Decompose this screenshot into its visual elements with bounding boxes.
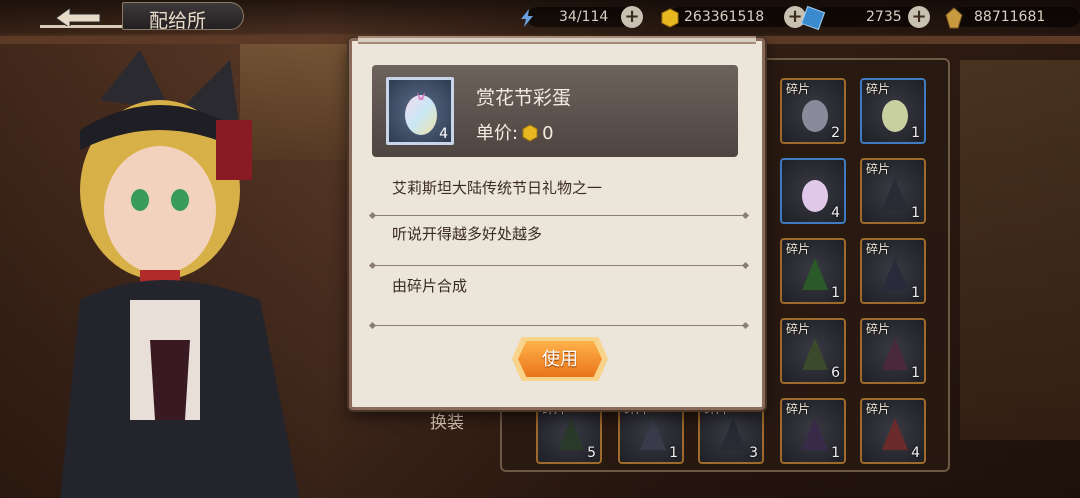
gold-value: 263361518	[684, 9, 765, 25]
price-label: 单价:	[476, 123, 519, 144]
outfit-fragment-icon	[720, 418, 746, 450]
outfit-fragment-icon	[882, 338, 908, 370]
easter-egg-icon	[405, 92, 437, 135]
character-portrait	[60, 50, 300, 498]
lightning-icon	[521, 9, 533, 27]
slot-count: 3	[749, 445, 758, 461]
slot-count: 1	[911, 365, 920, 381]
back-button[interactable]	[40, 4, 124, 28]
inventory-slot[interactable]: 碎片 1	[780, 398, 846, 464]
resource-points: 88711681	[942, 4, 1080, 30]
gold-coin-icon	[522, 124, 538, 142]
slot-count: 4	[831, 205, 840, 221]
inventory-slot[interactable]: 碎片 6	[780, 318, 846, 384]
inventory-slot[interactable]: 碎片 1	[860, 78, 926, 144]
slot-count: 1	[911, 205, 920, 221]
slot-count: 1	[911, 285, 920, 301]
outfit-fragment-icon	[802, 258, 828, 290]
inventory-slot[interactable]: 碎片 2	[780, 78, 846, 144]
divider	[372, 325, 746, 326]
points-value: 88711681	[974, 9, 1046, 25]
slot-count: 1	[831, 285, 840, 301]
outfit-fragment-icon	[882, 258, 908, 290]
inventory-slot[interactable]: 碎片 4	[860, 398, 926, 464]
slot-count: 1	[911, 125, 920, 141]
resource-stamina: 34/114 +	[515, 4, 645, 30]
item-icon-box: 4	[386, 77, 454, 145]
outfit-fragment-icon	[558, 418, 584, 450]
inventory-slot[interactable]: 碎片 1	[860, 238, 926, 304]
outfit-fragment-icon	[882, 178, 908, 210]
price-row: 单价: 0	[476, 119, 554, 145]
easter-egg-icon	[802, 180, 828, 212]
blue-crystal-icon	[800, 5, 826, 31]
inventory-slot[interactable]: 碎片 1	[860, 318, 926, 384]
item-name: 赏花节彩蛋	[476, 87, 572, 109]
description-line: 听说开得越多好处越多	[392, 225, 543, 243]
inventory-slot-selected[interactable]: 4	[780, 158, 846, 224]
item-header: 4 赏花节彩蛋 单价: 0	[372, 65, 738, 157]
inventory-slot[interactable]: 碎片 1	[780, 238, 846, 304]
back-arrow-icon	[55, 7, 101, 26]
gold-coin-icon	[661, 8, 679, 28]
use-button[interactable]: 使用	[518, 341, 602, 377]
inventory-slot[interactable]: 碎片 1	[860, 158, 926, 224]
slot-count: 1	[831, 445, 840, 461]
outfit-fragment-icon	[882, 418, 908, 450]
add-crystal-button[interactable]: +	[908, 6, 930, 28]
slot-count: 4	[911, 445, 920, 461]
divider	[372, 265, 746, 266]
egg-fragment-icon	[882, 100, 908, 132]
resource-crystal: 2735 +	[800, 4, 940, 31]
page-title: 配给所	[149, 10, 207, 32]
slot-count: 2	[831, 125, 840, 141]
gold-leaf-icon	[945, 7, 963, 29]
description-line: 由碎片合成	[392, 277, 468, 295]
outfit-fragment-icon	[640, 418, 666, 450]
description-line: 艾莉斯坦大陆传统节日礼物之一	[392, 179, 603, 197]
slot-count: 1	[669, 445, 678, 461]
resource-gold: 263361518 +	[660, 4, 810, 30]
egg-fragment-icon	[802, 100, 828, 132]
item-count: 4	[439, 126, 448, 142]
slot-count: 5	[587, 445, 596, 461]
price-value: 0	[542, 123, 554, 144]
add-stamina-button[interactable]: +	[621, 6, 643, 28]
divider	[372, 215, 746, 216]
outfit-fragment-icon	[802, 338, 828, 370]
popup-top-ornament	[358, 36, 756, 44]
swap-outfit-button[interactable]: 换装	[430, 408, 464, 433]
slot-count: 6	[831, 365, 840, 381]
outfit-fragment-icon	[802, 418, 828, 450]
item-detail-popup: 4 赏花节彩蛋 单价: 0 艾莉斯坦大陆传统节日礼物之一 听说开得越多好处越多 由…	[349, 36, 765, 410]
background-shelf	[960, 60, 1080, 440]
page-title-plate: 配给所	[122, 2, 244, 32]
crystal-value: 2735	[866, 9, 902, 25]
stamina-value: 34/114	[559, 9, 609, 25]
